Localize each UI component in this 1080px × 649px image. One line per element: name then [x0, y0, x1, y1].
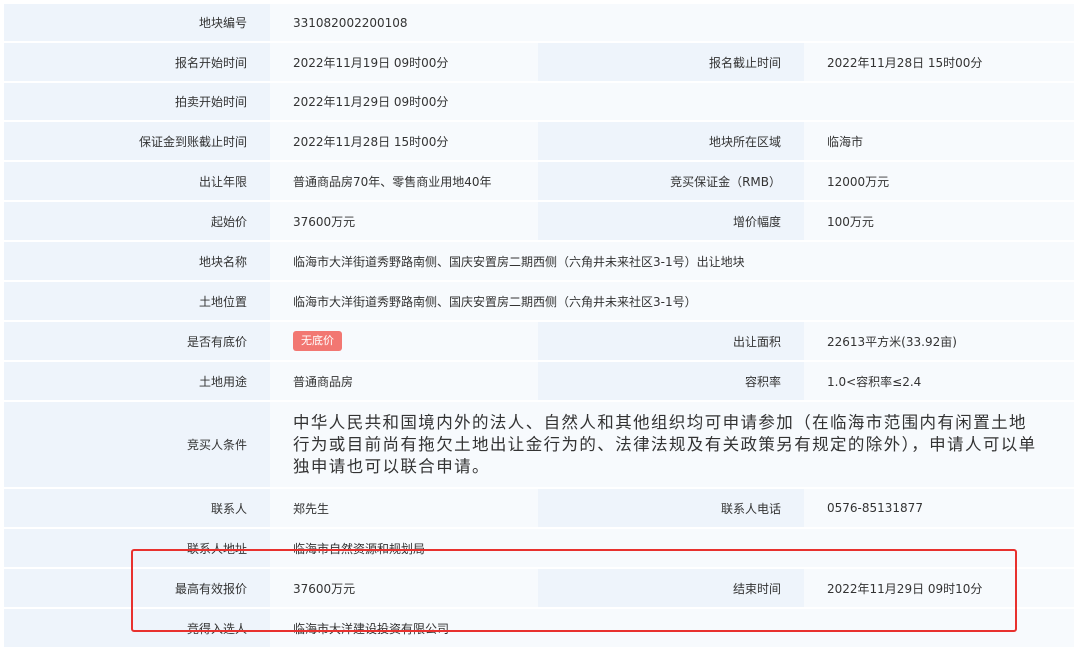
- area-label: 出让面积: [538, 322, 804, 362]
- land-use-value: 普通商品房: [270, 362, 538, 402]
- row-deposit-deadline: 保证金到账截止时间 2022年11月28日 15时00分 地块所在区域 临海市: [4, 122, 1074, 162]
- top-bid-label: 最高有效报价: [4, 569, 270, 609]
- row-reserve: 是否有底价 无底价 出让面积 22613平方米(33.92亩): [4, 322, 1074, 362]
- parcel-name-value: 临海市大洋街道秀野路南侧、国庆安置房二期西侧（六角井未来社区3-1号）出让地块: [270, 242, 1074, 282]
- no-reserve-badge: 无底价: [293, 331, 342, 351]
- row-parcel-no: 地块编号 331082002200108: [4, 4, 1074, 43]
- row-top-bid: 最高有效报价 37600万元 结束时间 2022年11月29日 09时10分: [4, 569, 1074, 609]
- district-label: 地块所在区域: [538, 122, 804, 162]
- reserve-label: 是否有底价: [4, 322, 270, 362]
- contact-phone-label: 联系人电话: [538, 489, 804, 529]
- top-bid-value: 37600万元: [270, 569, 538, 609]
- start-price-value: 37600万元: [270, 202, 538, 242]
- deposit-deadline-value: 2022年11月28日 15时00分: [270, 122, 538, 162]
- plot-ratio-label: 容积率: [538, 362, 804, 402]
- end-time-value: 2022年11月29日 09时10分: [804, 569, 1074, 609]
- term-value: 普通商品房70年、零售商业用地40年: [270, 162, 538, 202]
- row-term: 出让年限 普通商品房70年、零售商业用地40年 竞买保证金（RMB） 12000…: [4, 162, 1074, 202]
- parcel-name-label: 地块名称: [4, 242, 270, 282]
- row-contact: 联系人 郑先生 联系人电话 0576-85131877: [4, 489, 1074, 529]
- winner-label: 竞得入选人: [4, 609, 270, 649]
- auction-details-table: 地块编号 331082002200108 报名开始时间 2022年11月19日 …: [4, 4, 1074, 649]
- parcel-no-value: 331082002200108: [270, 4, 1074, 43]
- reg-start-label: 报名开始时间: [4, 43, 270, 83]
- contact-value: 郑先生: [270, 489, 538, 529]
- plot-ratio-value: 1.0<容积率≤2.4: [804, 362, 1074, 402]
- row-winner: 竞得入选人 临海市大洋建设投资有限公司: [4, 609, 1074, 649]
- district-value: 临海市: [804, 122, 1074, 162]
- winner-value: 临海市大洋建设投资有限公司: [270, 609, 1074, 649]
- row-location: 土地位置 临海市大洋街道秀野路南侧、国庆安置房二期西侧（六角井未来社区3-1号）: [4, 282, 1074, 322]
- deposit-value: 12000万元: [804, 162, 1074, 202]
- parcel-no-label: 地块编号: [4, 4, 270, 43]
- increment-value: 100万元: [804, 202, 1074, 242]
- location-label: 土地位置: [4, 282, 270, 322]
- reserve-cell: 无底价: [270, 322, 538, 362]
- auction-start-value: 2022年11月29日 09时00分: [270, 83, 1074, 122]
- start-price-label: 起始价: [4, 202, 270, 242]
- row-registration: 报名开始时间 2022年11月19日 09时00分 报名截止时间 2022年11…: [4, 43, 1074, 83]
- land-auction-info: 地块编号 331082002200108 报名开始时间 2022年11月19日 …: [0, 0, 1080, 649]
- deposit-deadline-label: 保证金到账截止时间: [4, 122, 270, 162]
- term-label: 出让年限: [4, 162, 270, 202]
- deposit-label: 竞买保证金（RMB）: [538, 162, 804, 202]
- contact-address-label: 联系人地址: [4, 529, 270, 569]
- land-use-label: 土地用途: [4, 362, 270, 402]
- row-contact-address: 联系人地址 临海市自然资源和规划局: [4, 529, 1074, 569]
- contact-label: 联系人: [4, 489, 270, 529]
- end-time-label: 结束时间: [538, 569, 804, 609]
- bidder-conditions-cell: 中华人民共和国境内外的法人、自然人和其他组织均可申请参加（在临海市范围内有闲置土…: [270, 402, 1074, 489]
- reg-end-value: 2022年11月28日 15时00分: [804, 43, 1074, 83]
- reg-end-label: 报名截止时间: [538, 43, 804, 83]
- bidder-conditions-text: 中华人民共和国境内外的法人、自然人和其他组织均可申请参加（在临海市范围内有闲置土…: [293, 412, 1037, 476]
- row-start-price: 起始价 37600万元 增价幅度 100万元: [4, 202, 1074, 242]
- increment-label: 增价幅度: [538, 202, 804, 242]
- row-bidder-conditions: 竞买人条件 中华人民共和国境内外的法人、自然人和其他组织均可申请参加（在临海市范…: [4, 402, 1074, 489]
- row-auction-start: 拍卖开始时间 2022年11月29日 09时00分: [4, 83, 1074, 122]
- bidder-conditions-label: 竞买人条件: [4, 402, 270, 489]
- auction-start-label: 拍卖开始时间: [4, 83, 270, 122]
- area-value: 22613平方米(33.92亩): [804, 322, 1074, 362]
- contact-address-value: 临海市自然资源和规划局: [270, 529, 1074, 569]
- row-parcel-name: 地块名称 临海市大洋街道秀野路南侧、国庆安置房二期西侧（六角井未来社区3-1号）…: [4, 242, 1074, 282]
- contact-phone-value: 0576-85131877: [804, 489, 1074, 529]
- row-land-use: 土地用途 普通商品房 容积率 1.0<容积率≤2.4: [4, 362, 1074, 402]
- reg-start-value: 2022年11月19日 09时00分: [270, 43, 538, 83]
- location-value: 临海市大洋街道秀野路南侧、国庆安置房二期西侧（六角井未来社区3-1号）: [270, 282, 1074, 322]
